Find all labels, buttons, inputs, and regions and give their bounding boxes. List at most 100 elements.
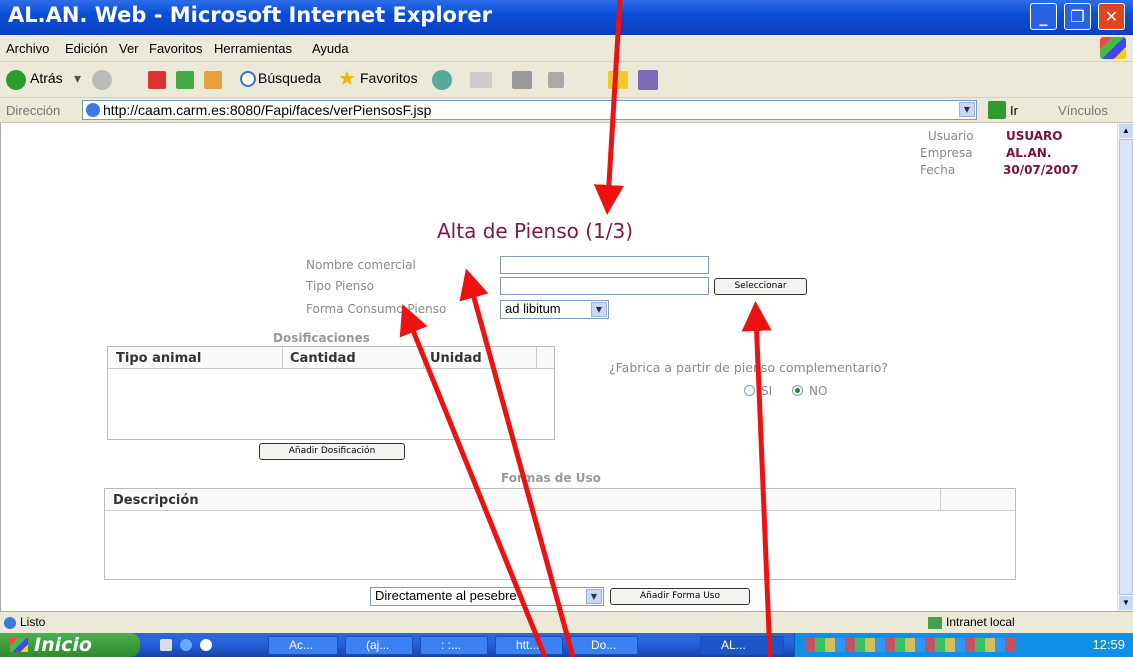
seleccionar-button[interactable]: Seleccionar (714, 278, 807, 295)
zone-text: Intranet local (946, 615, 1015, 629)
scroll-thumb[interactable] (1119, 139, 1133, 595)
title-bar: AL.AN. Web - Microsoft Internet Explorer… (0, 0, 1133, 35)
menu-archivo[interactable]: Archivo (6, 41, 49, 56)
company-value: AL.AN. (1006, 146, 1052, 160)
menu-herramientas[interactable]: Herramientas (214, 41, 292, 56)
search-icon[interactable] (240, 71, 256, 87)
tipo-pienso-input[interactable] (500, 277, 709, 295)
taskbar: Inicio Ac... (aj... : :... htt... Do... … (0, 633, 1133, 657)
minimize-button[interactable]: _ (1030, 3, 1057, 30)
status-text: Listo (20, 615, 46, 629)
status-bar: Listo Intranet local (0, 611, 1133, 633)
back-icon[interactable] (6, 70, 26, 90)
links-button[interactable]: Vínculos (1058, 103, 1108, 118)
edit-icon[interactable] (548, 72, 564, 88)
menu-ayuda[interactable]: Ayuda (312, 41, 349, 56)
go-button[interactable]: Ir (1010, 103, 1018, 118)
address-dropdown-icon[interactable]: ▼ (959, 102, 975, 117)
address-url: http://caam.carm.es:8080/Fapi/faces/verP… (103, 102, 432, 118)
col-descripcion: Descripción (113, 493, 199, 508)
go-icon[interactable] (988, 101, 1006, 119)
toolbar: Atrás ▾ Búsqueda ★ Favoritos (0, 62, 1133, 98)
task-button-3[interactable]: : :... (420, 636, 488, 655)
radio-si[interactable] (744, 385, 755, 396)
back-dropdown-icon[interactable]: ▾ (74, 70, 81, 87)
col-tipo-animal: Tipo animal (116, 351, 202, 366)
mail-icon[interactable] (470, 72, 492, 88)
clock: 12:59 (1092, 637, 1125, 652)
discuss-icon[interactable] (608, 71, 628, 89)
task-button-1[interactable]: Ac... (268, 636, 338, 655)
quicklaunch-media-icon[interactable] (200, 639, 212, 651)
favorites-star-icon[interactable]: ★ (338, 66, 356, 91)
user-label: Usuario (928, 129, 974, 143)
radio-no[interactable] (792, 385, 803, 396)
tray-icons[interactable] (805, 638, 1015, 652)
menu-ver[interactable]: Ver (119, 41, 139, 56)
window-title: AL.AN. Web - Microsoft Internet Explorer (8, 3, 492, 27)
tipo-pienso-label: Tipo Pienso (306, 279, 374, 293)
close-button[interactable]: ✕ (1098, 3, 1125, 30)
radio-si-label: SI (761, 384, 773, 398)
intranet-icon (928, 617, 942, 629)
scroll-down-icon[interactable]: ▼ (1119, 596, 1133, 610)
add-dosificacion-button[interactable]: Añadir Dosificación (259, 443, 405, 460)
quicklaunch-desktop-icon[interactable] (160, 639, 172, 651)
forma-uso-select[interactable]: Directamente al pesebre ▼ (370, 587, 604, 606)
maximize-button[interactable]: ❐ (1064, 3, 1091, 30)
task-button-2[interactable]: (aj... (345, 636, 413, 655)
date-value: 30/07/2007 (1003, 163, 1079, 177)
page-content: Usuario USUARO Empresa AL.AN. Fecha 30/0… (0, 123, 1117, 611)
search-button[interactable]: Búsqueda (258, 70, 321, 86)
stop-icon[interactable] (148, 71, 166, 89)
formas-uso-table: Descripción (104, 488, 1016, 580)
chevron-down-icon[interactable]: ▼ (586, 589, 602, 604)
col-unidad: Unidad (430, 351, 482, 366)
task-button-5[interactable]: Do... (570, 636, 638, 655)
vertical-scrollbar[interactable]: ▲ ▼ (1117, 123, 1133, 611)
dosificaciones-title: Dosificaciones (273, 331, 370, 345)
menu-favoritos[interactable]: Favoritos (149, 41, 202, 56)
refresh-icon[interactable] (176, 71, 194, 89)
nombre-comercial-input[interactable] (500, 256, 709, 274)
address-bar: Dirección http://caam.carm.es:8080/Fapi/… (0, 98, 1133, 123)
complementario-question: ¿Fabrica a partir de pienso complementar… (609, 360, 889, 375)
start-logo-icon (10, 638, 28, 652)
print-icon[interactable] (512, 71, 532, 89)
forma-consumo-select[interactable]: ad libitum ▼ (500, 300, 609, 319)
chevron-down-icon[interactable]: ▼ (591, 302, 607, 317)
quicklaunch-ie-icon[interactable] (180, 639, 192, 651)
menu-edicion[interactable]: Edición (65, 41, 108, 56)
forward-icon[interactable] (92, 70, 112, 90)
page-icon (86, 103, 100, 117)
scroll-up-icon[interactable]: ▲ (1119, 124, 1133, 138)
radio-no-dot (795, 388, 800, 393)
system-tray: 12:59 (794, 633, 1133, 657)
address-label: Dirección (6, 103, 61, 118)
forma-consumo-value: ad libitum (505, 301, 561, 316)
user-value: USUARO (1006, 129, 1063, 143)
back-button[interactable]: Atrás (30, 70, 63, 86)
task-button-4[interactable]: htt... (495, 636, 563, 655)
page-title: Alta de Pienso (1/3) (437, 219, 634, 243)
formas-uso-title: Formas de Uso (501, 471, 601, 485)
forma-consumo-label: Forma Consumo Pienso (306, 302, 447, 316)
status-page-icon (4, 617, 16, 629)
nombre-comercial-label: Nombre comercial (306, 258, 416, 272)
add-forma-uso-button[interactable]: Añadir Forma Uso (610, 588, 750, 605)
formas-uso-header (105, 489, 1015, 511)
address-input[interactable]: http://caam.carm.es:8080/Fapi/faces/verP… (82, 100, 977, 120)
date-label: Fecha (920, 163, 956, 177)
favorites-button[interactable]: Favoritos (360, 70, 418, 86)
menu-bar: Archivo Edición Ver Favoritos Herramient… (0, 35, 1133, 62)
windows-logo-icon (1100, 37, 1126, 59)
task-button-active[interactable]: AL... (700, 636, 784, 655)
radio-no-label: NO (809, 384, 828, 398)
history-icon[interactable] (432, 70, 452, 90)
forma-uso-value: Directamente al pesebre (375, 588, 517, 603)
col-cantidad: Cantidad (290, 351, 356, 366)
dosificaciones-table: Tipo animal Cantidad Unidad (107, 346, 555, 440)
home-icon[interactable] (204, 71, 222, 89)
research-icon[interactable] (638, 70, 658, 90)
company-label: Empresa (920, 146, 973, 160)
